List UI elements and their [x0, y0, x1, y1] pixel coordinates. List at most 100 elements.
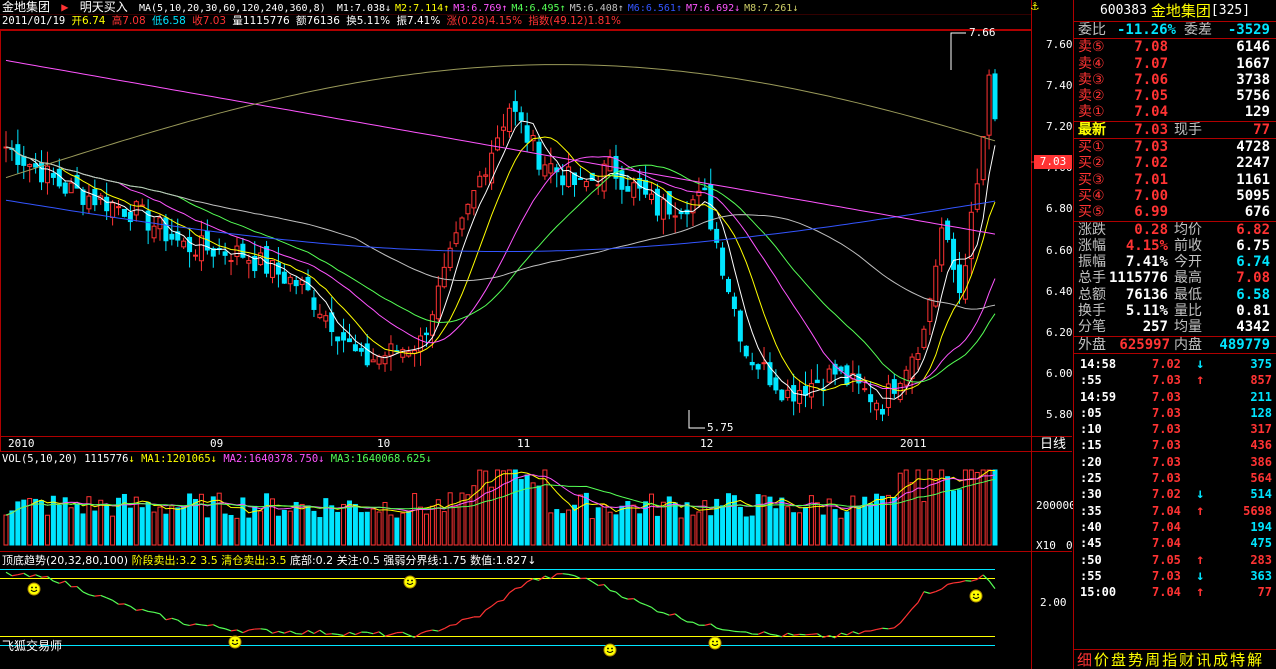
indicator-segment	[562, 573, 569, 575]
candle-body	[956, 264, 962, 294]
stat-row[interactable]: 换手 5.11% 量比 0.81	[1074, 303, 1276, 319]
tick-list[interactable]: 14:58 7.02 ↓ 375:55 7.03 ↑ 857 14:59 7.03 211:05 7…	[1074, 354, 1276, 600]
lock-anchor-icon[interactable]: ⚓	[1031, 0, 1039, 13]
volume-bar	[838, 517, 844, 546]
tick-row[interactable]: :45 7.04 475	[1074, 535, 1276, 551]
sell-row[interactable]: 卖④ 7.07 1667	[1074, 56, 1276, 72]
indicator-segment	[716, 627, 723, 631]
period-label[interactable]: 日线	[1040, 438, 1066, 451]
footer-tab-6[interactable]: 指	[1161, 649, 1178, 669]
play-icon[interactable]: ▶	[61, 0, 68, 14]
smiley-icon-eye	[977, 593, 979, 596]
indicator-segment	[219, 626, 226, 630]
current-hand-value: 77	[1253, 121, 1270, 138]
indicator-segment	[136, 608, 143, 611]
volume-bar	[287, 510, 293, 546]
sell-row[interactable]: 卖③ 7.06 3738	[1074, 72, 1276, 88]
footer-tab-9[interactable]: 成	[1212, 649, 1229, 669]
tick-row[interactable]: :10 7.03 317	[1074, 421, 1276, 437]
volume-bar	[423, 513, 429, 546]
volume-bar	[98, 499, 104, 546]
footer-tab-3[interactable]: 盘	[1110, 649, 1127, 669]
indicator-segment	[947, 582, 954, 585]
candle-body	[181, 240, 187, 248]
tick-row[interactable]: :05 7.03 128	[1074, 405, 1276, 421]
tick-volume: 194	[1250, 519, 1272, 534]
volume-bar	[145, 501, 151, 546]
indicator-segment	[438, 628, 445, 632]
tick-row[interactable]: :55 7.03 ↑ 857	[1074, 372, 1276, 388]
footer-tab-11[interactable]: 解	[1246, 649, 1263, 669]
indicator-segment	[343, 631, 350, 637]
tick-row[interactable]: 14:59 7.03 211	[1074, 389, 1276, 405]
stat-row-value: 0.28	[1134, 221, 1168, 238]
tick-row[interactable]: :40 7.04 194	[1074, 519, 1276, 535]
footer-tab-2[interactable]: 价	[1093, 649, 1110, 669]
indicator-segment	[230, 629, 238, 632]
tick-row[interactable]: :30 7.02 ↓ 514	[1074, 486, 1276, 502]
candle-body	[773, 377, 779, 391]
volume-bar	[903, 469, 909, 546]
candle-body	[968, 211, 974, 260]
candle-body	[619, 170, 625, 190]
buy-row[interactable]: 买③ 7.01 1161	[1074, 172, 1276, 188]
volume-bar	[181, 505, 187, 546]
smiley-icon-eye	[35, 586, 37, 589]
indicator-segment	[266, 628, 273, 634]
candle-body	[358, 348, 364, 352]
tick-price: 7.03	[1152, 389, 1181, 404]
bar-index: 指数(49.12)1.81%	[528, 15, 621, 27]
stat-row[interactable]: 涨幅 4.15% 前收 6.75	[1074, 238, 1276, 254]
candle-body	[157, 217, 163, 230]
stat-row[interactable]: 总额 76136 最低 6.58	[1074, 287, 1276, 303]
indicator-segment	[207, 624, 214, 627]
footer-tab-8[interactable]: 讯	[1195, 649, 1212, 669]
stat-row[interactable]: 涨跌 0.28 均价 6.82	[1074, 222, 1276, 238]
footer-tab-5[interactable]: 周	[1144, 649, 1161, 669]
tick-row[interactable]: :20 7.03 386	[1074, 454, 1276, 470]
indicator-segment	[502, 592, 510, 601]
volume-bar	[323, 498, 329, 546]
stat-row[interactable]: 分笔 257 均量 4342	[1074, 319, 1276, 335]
volume-bar	[619, 505, 625, 546]
footer-tab-10[interactable]: 特	[1229, 649, 1246, 669]
volume-bar	[720, 505, 726, 546]
tick-row[interactable]: :50 7.05 ↑ 283	[1074, 552, 1276, 568]
sell-row-value: 7.04	[1134, 104, 1168, 121]
indicator-segment	[378, 631, 386, 637]
indicator-segment	[852, 631, 859, 635]
tick-row[interactable]: 15:00 7.04 ↑ 77	[1074, 584, 1276, 600]
quote-footer-tabs[interactable]: 细价盘势周指财讯成特解	[1074, 649, 1276, 669]
tick-row[interactable]: :35 7.04 ↑ 5698	[1074, 503, 1276, 519]
tick-row[interactable]: 14:58 7.02 ↓ 375	[1074, 356, 1276, 372]
candle-body	[862, 388, 868, 391]
tick-row[interactable]: :15 7.03 436	[1074, 437, 1276, 453]
candle-body	[903, 369, 909, 386]
footer-tab-1[interactable]: 细	[1076, 649, 1093, 669]
kline-chart-area[interactable]: 金地集团 ▶ 明天买入 MA(5,10,20,30,60,120,240,360…	[0, 0, 1076, 669]
stat-row[interactable]: 总手 1115776 最高 7.08	[1074, 270, 1276, 286]
buy-row[interactable]: 买⑤ 6.99 676	[1074, 204, 1276, 220]
footer-tab-7[interactable]: 财	[1178, 649, 1195, 669]
buy-row[interactable]: 买④ 7.00 5095	[1074, 188, 1276, 204]
volume-bar	[281, 509, 287, 546]
indicator-segment	[236, 629, 244, 634]
buy-row[interactable]: 买② 7.02 2247	[1074, 155, 1276, 171]
sell-row[interactable]: 卖② 7.05 5756	[1074, 88, 1276, 104]
tick-row[interactable]: :25 7.03 564	[1074, 470, 1276, 486]
ind-bottom: 底部:0.2	[289, 554, 334, 567]
indicator-segment	[272, 630, 279, 634]
footer-tab-4[interactable]: 势	[1127, 649, 1144, 669]
sell-row[interactable]: 卖① 7.04 129	[1074, 104, 1276, 120]
tick-row[interactable]: :55 7.03 ↓ 363	[1074, 568, 1276, 584]
candle-body	[495, 137, 501, 151]
indicator-segment	[846, 631, 854, 636]
sell-row[interactable]: 卖⑤ 7.08 6146	[1074, 39, 1276, 55]
smiley-icon	[403, 575, 417, 589]
kline-chart-svg[interactable]	[0, 0, 1072, 669]
buy-row[interactable]: 买① 7.03 4728	[1074, 139, 1276, 155]
volume-bar	[406, 511, 412, 546]
indicator-name[interactable]: 明天买入	[80, 0, 128, 14]
stat-row[interactable]: 振幅 7.41% 今开 6.74	[1074, 254, 1276, 270]
quote-stats: 涨跌 0.28 均价 6.82 涨幅 4.15% 前收 6.75 振幅 7.41% 今开 6.74 总手…	[1074, 222, 1276, 336]
